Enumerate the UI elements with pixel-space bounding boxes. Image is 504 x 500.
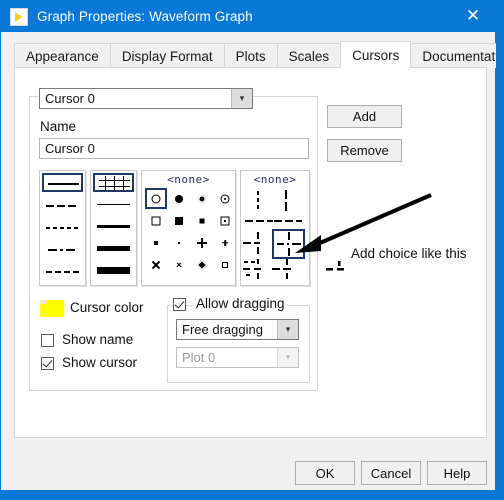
cursor-style-option-dot-cross2[interactable] xyxy=(272,259,302,283)
cancel-button[interactable]: Cancel xyxy=(361,461,421,485)
annotation-text: Add choice like this xyxy=(351,246,467,261)
point-style-option-circle-open[interactable] xyxy=(145,188,167,209)
tab-plots[interactable]: Plots xyxy=(223,43,278,68)
line-style-option-solid[interactable] xyxy=(42,173,83,192)
add-button[interactable]: Add xyxy=(327,105,402,128)
line-width-option-3[interactable] xyxy=(93,239,134,258)
allow-dragging-checkbox[interactable] xyxy=(173,298,186,311)
chevron-down-icon: ▾ xyxy=(277,348,298,367)
tab-scales[interactable]: Scales xyxy=(276,43,342,68)
tab-strip: Appearance Display Format Plots Scales C… xyxy=(14,41,504,68)
line-style-option-dash-short[interactable] xyxy=(42,261,83,280)
dialog-window: Graph Properties: Waveform Graph ✕ Appea… xyxy=(0,0,504,491)
tab-cursors[interactable]: Cursors xyxy=(340,41,412,68)
show-name-checkbox[interactable] xyxy=(41,334,54,347)
name-label: Name xyxy=(40,119,77,134)
cursor-style-option-dash-h[interactable] xyxy=(245,215,273,229)
line-style-option-dash-dot[interactable] xyxy=(42,239,83,258)
point-style-option-square-filled[interactable] xyxy=(168,210,190,231)
drag-plot-value: Plot 0 xyxy=(182,350,216,365)
line-style-option-dot[interactable] xyxy=(42,217,83,236)
tab-appearance[interactable]: Appearance xyxy=(14,43,111,68)
line-style-option-dash-long[interactable] xyxy=(42,195,83,214)
line-width-option-2[interactable] xyxy=(93,217,134,236)
chevron-down-icon[interactable]: ▾ xyxy=(277,320,298,339)
point-style-option-circle-filled[interactable] xyxy=(168,188,190,209)
point-style-option-diamond[interactable] xyxy=(191,254,213,275)
cursor-style-option-dash-cross[interactable] xyxy=(243,231,271,257)
line-width-option-1[interactable] xyxy=(93,195,134,214)
drag-plot-dropdown: Plot 0 ▾ xyxy=(176,347,299,368)
remove-button[interactable]: Remove xyxy=(327,139,402,162)
cursor-settings-group: Cursor 0 ▾ Name Cursor 0 <none> <none> C… xyxy=(29,88,318,391)
cursor-name-input[interactable]: Cursor 0 xyxy=(39,138,309,159)
tab-documentation[interactable]: Documentation xyxy=(410,43,504,68)
cursor-style-option-dot-cross[interactable] xyxy=(243,259,271,283)
point-style-option-circle-dot[interactable] xyxy=(191,188,213,209)
help-button[interactable]: Help xyxy=(427,461,487,485)
cursor-style-header: <none> xyxy=(253,173,297,186)
allow-dragging-group xyxy=(167,305,310,383)
line-width-palette[interactable] xyxy=(90,170,137,286)
show-cursor-checkbox[interactable] xyxy=(41,357,54,370)
show-name-label: Show name xyxy=(62,332,134,347)
cursor-color-swatch[interactable] xyxy=(40,300,64,317)
show-cursor-label: Show cursor xyxy=(62,355,138,370)
point-style-palette[interactable]: <none> xyxy=(141,170,236,286)
drag-mode-value: Free dragging xyxy=(182,322,263,337)
cursor-color-label: Cursor color xyxy=(70,300,144,315)
point-style-option-x-small[interactable] xyxy=(168,254,190,275)
point-style-option-square-open[interactable] xyxy=(145,210,167,231)
window-title: Graph Properties: Waveform Graph xyxy=(37,9,253,24)
cursor-select-value: Cursor 0 xyxy=(45,91,95,106)
point-style-option-x-mark[interactable] xyxy=(145,254,167,275)
desktop-right-edge xyxy=(496,0,504,500)
point-style-option-plus-small[interactable] xyxy=(214,232,236,253)
point-style-option-dot-tiny[interactable] xyxy=(168,232,190,253)
close-icon[interactable]: ✕ xyxy=(451,1,495,32)
tab-display-format[interactable]: Display Format xyxy=(109,43,225,68)
screen: Graph Properties: Waveform Graph ✕ Appea… xyxy=(0,0,504,500)
desktop-bottom-edge xyxy=(0,491,504,500)
point-style-option-square-ring[interactable] xyxy=(214,210,236,231)
point-style-option-square-dot[interactable] xyxy=(191,210,213,231)
point-style-option-plus[interactable] xyxy=(191,232,213,253)
point-style-header: <none> xyxy=(167,173,210,186)
annotation-glyph-icon xyxy=(326,261,344,271)
point-style-option-square-mini[interactable] xyxy=(214,254,236,275)
point-style-option-circle-ring[interactable] xyxy=(214,188,236,209)
cursor-style-option-dot-v[interactable] xyxy=(245,188,273,214)
chevron-down-icon[interactable]: ▾ xyxy=(231,89,252,108)
cursor-select-dropdown[interactable]: Cursor 0 ▾ xyxy=(39,88,253,109)
allow-dragging-label: Allow dragging xyxy=(193,296,288,311)
title-bar: Graph Properties: Waveform Graph ✕ xyxy=(1,1,495,32)
labview-run-icon xyxy=(10,7,28,26)
line-style-palette[interactable] xyxy=(39,170,86,286)
drag-mode-dropdown[interactable]: Free dragging ▾ xyxy=(176,319,299,340)
line-width-option-crosshair[interactable] xyxy=(93,173,134,192)
ok-button[interactable]: OK xyxy=(295,461,355,485)
line-width-option-4[interactable] xyxy=(93,261,134,280)
point-style-option-square-small[interactable] xyxy=(145,232,167,253)
